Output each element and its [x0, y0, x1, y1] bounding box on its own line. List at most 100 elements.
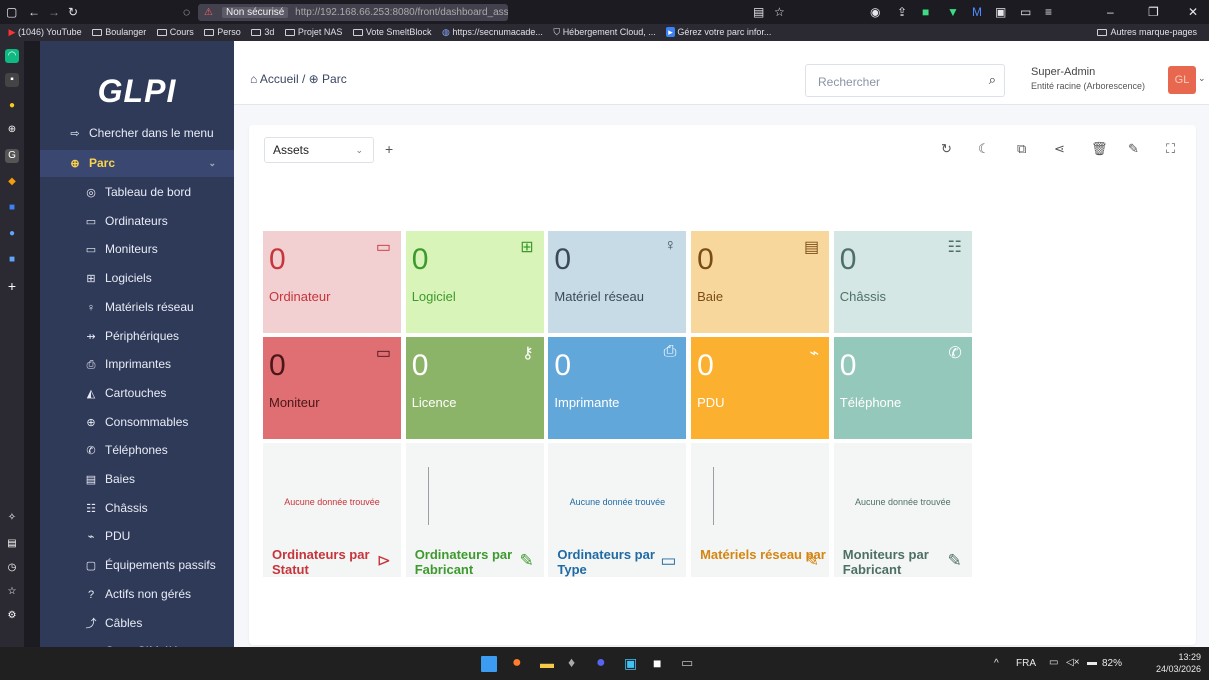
counter-tile[interactable]: 0 Châssis ☷: [833, 231, 972, 333]
sidebar-app-icon[interactable]: ●: [5, 227, 19, 241]
history-icon[interactable]: ▤: [5, 537, 19, 551]
app-icon[interactable]: ■: [653, 655, 661, 671]
language[interactable]: FRA: [1016, 658, 1036, 669]
dashboard-select[interactable]: Assets ⌄: [264, 137, 374, 163]
edit-icon[interactable]: ✎: [1128, 141, 1139, 157]
bookmark-star-icon[interactable]: ☆: [774, 5, 785, 19]
ai-icon[interactable]: ✧: [5, 511, 19, 525]
chart-widget[interactable]: Aucune donnée trouvée Ordinateurs par Typ…: [548, 443, 687, 577]
battery-icon[interactable]: ▬: [1087, 657, 1097, 668]
app-icon[interactable]: ▣: [624, 655, 637, 672]
counter-tile[interactable]: 0 Moniteur ▭: [263, 337, 401, 439]
address-bar[interactable]: ⚠ Non sécurisé http://192.168.66.253:808…: [198, 4, 508, 21]
chart-widget[interactable]: Aucune donnée trouvée Ordinateurs par Sta…: [263, 443, 401, 577]
sidebar-app-icon[interactable]: ●: [5, 99, 19, 113]
user-info[interactable]: Super-Admin Entité racine (Arborescence): [1031, 66, 1145, 92]
settings-icon[interactable]: ⚙: [5, 609, 19, 623]
search-icon[interactable]: ⌕: [989, 72, 996, 88]
sidebar-section-parc[interactable]: ⊕ Parc ⌄: [40, 150, 234, 177]
restore-icon[interactable]: ❐: [1148, 5, 1159, 19]
copy-icon[interactable]: ⧉: [1017, 141, 1026, 157]
sidebar-item-3[interactable]: ▭ Moniteurs: [40, 236, 234, 263]
sidebar-item-15[interactable]: ? Actifs non gérés: [40, 581, 234, 608]
sidebar-item-2[interactable]: ▭ Ordinateurs: [40, 208, 234, 235]
counter-tile[interactable]: 0 Téléphone ✆: [833, 337, 972, 439]
extension-m-icon[interactable]: M: [972, 5, 982, 19]
vpn-icon[interactable]: ▼: [947, 5, 959, 19]
bookmark-folder[interactable]: Vote SmeltBlock: [352, 24, 431, 41]
sidebar-item-10[interactable]: ✆ Téléphones: [40, 437, 234, 464]
sidebar-item-8[interactable]: ◭ Cartouches: [40, 380, 234, 407]
sidebar-app-icon[interactable]: G: [5, 149, 19, 163]
tab-list-icon[interactable]: ▢: [6, 5, 17, 19]
sidebar-item-13[interactable]: ⌁ PDU: [40, 523, 234, 550]
add-icon[interactable]: +: [5, 279, 19, 293]
refresh-icon[interactable]: ↻: [941, 141, 952, 157]
terminal-icon[interactable]: ▭: [681, 655, 693, 671]
search-menu-link[interactable]: ⇨ Chercher dans le menu: [40, 120, 234, 147]
bookmark-link[interactable]: ▸ Gérez votre parc infor...: [666, 24, 771, 41]
forward-icon[interactable]: →: [48, 5, 60, 19]
reader-icon[interactable]: ▤: [753, 5, 764, 19]
avatar[interactable]: GL: [1168, 66, 1196, 94]
search-input[interactable]: Rechercher: [818, 75, 880, 89]
counter-tile[interactable]: 0 Matériel réseau ♀: [548, 231, 687, 333]
sidebar-app-icon[interactable]: ▪: [5, 73, 19, 87]
clock-icon[interactable]: ◷: [5, 561, 19, 575]
minimize-icon[interactable]: –: [1107, 5, 1114, 19]
counter-tile[interactable]: 0 Baie ▤: [691, 231, 830, 333]
chart-widget[interactable]: Aucune donnée trouvée Moniteurs par Fabri…: [833, 443, 972, 577]
sidebar-item-12[interactable]: ☷ Châssis: [40, 495, 234, 522]
sidebar-item-9[interactable]: ⊕ Consommables: [40, 409, 234, 436]
container-icon[interactable]: ▣: [995, 5, 1006, 19]
bookmark-link[interactable]: ⛉ Hébergement Cloud, ...: [553, 24, 655, 41]
sidebar-item-16[interactable]: ⤴ Câbles: [40, 610, 234, 637]
bookmark-folder[interactable]: Boulanger: [92, 24, 146, 41]
sidebar-toggle-icon[interactable]: ▭: [1020, 5, 1031, 19]
sidebar-item-11[interactable]: ▤ Baies: [40, 466, 234, 493]
firefox-icon[interactable]: ●: [512, 654, 522, 672]
bookmark-folder[interactable]: Perso: [204, 24, 241, 41]
share-icon[interactable]: ⇪: [897, 5, 907, 19]
bookmark-folder[interactable]: Projet NAS: [284, 24, 342, 41]
breadcrumb-home[interactable]: Accueil: [260, 72, 299, 86]
chart-widget[interactable]: Ordinateurs par Fabricant ✎: [405, 443, 544, 577]
counter-tile[interactable]: 0 PDU ⌁: [691, 337, 830, 439]
delete-icon[interactable]: 🗑: [1091, 141, 1108, 157]
sidebar-item-7[interactable]: ⎙ Imprimantes: [40, 351, 234, 378]
network-icon[interactable]: ▭: [1049, 657, 1058, 668]
share-icon[interactable]: ⋖: [1054, 141, 1065, 157]
sidebar-item-6[interactable]: ⇸ Périphériques: [40, 323, 234, 350]
counter-tile[interactable]: 0 Logiciel ⊞: [405, 231, 544, 333]
sidebar-app-icon[interactable]: ■: [5, 253, 19, 267]
sidebar-item-4[interactable]: ⊞ Logiciels: [40, 265, 234, 292]
counter-tile[interactable]: 0 Licence ⚷: [405, 337, 544, 439]
bookmark-folder[interactable]: 3d: [251, 24, 274, 41]
sidebar-app-icon[interactable]: ■: [5, 201, 19, 215]
breadcrumb-current[interactable]: Parc: [322, 72, 347, 86]
extension-green-icon[interactable]: ■: [922, 5, 929, 19]
bookmark-folder[interactable]: Cours: [156, 24, 194, 41]
sidebar-item-5[interactable]: ♀ Matériels réseau: [40, 294, 234, 321]
close-icon[interactable]: ✕: [1188, 5, 1198, 19]
bookmark-youtube[interactable]: ▶ (1046) YouTube: [9, 24, 82, 41]
windows-start-icon[interactable]: [481, 656, 497, 672]
other-bookmarks[interactable]: Autres marque-pages: [1097, 24, 1197, 41]
chart-widget[interactable]: Matériels réseau par ✎: [691, 443, 830, 577]
chevron-down-icon[interactable]: ⌄: [1198, 73, 1206, 84]
volume-icon[interactable]: ◁×: [1066, 657, 1080, 668]
star-icon[interactable]: ☆: [5, 585, 19, 599]
reload-icon[interactable]: ↻: [68, 5, 78, 19]
fullscreen-icon[interactable]: ⛶: [1166, 141, 1175, 157]
sidebar-app-icon[interactable]: ◠: [5, 49, 19, 63]
app-icon[interactable]: ♦: [568, 654, 575, 670]
clock[interactable]: 13:29 24/03/2026: [1155, 651, 1201, 675]
night-mode-icon[interactable]: ☾: [978, 141, 990, 157]
shield-icon[interactable]: ◌: [183, 5, 190, 19]
glpi-logo[interactable]: GLPI: [40, 41, 234, 117]
extension-icon[interactable]: ◉: [870, 5, 880, 19]
sidebar-item-14[interactable]: ▢ Équipements passifs: [40, 552, 234, 579]
explorer-icon[interactable]: ▬: [540, 655, 554, 671]
sidebar-app-icon[interactable]: ◆: [5, 175, 19, 189]
counter-tile[interactable]: 0 Imprimante ⎙: [548, 337, 687, 439]
